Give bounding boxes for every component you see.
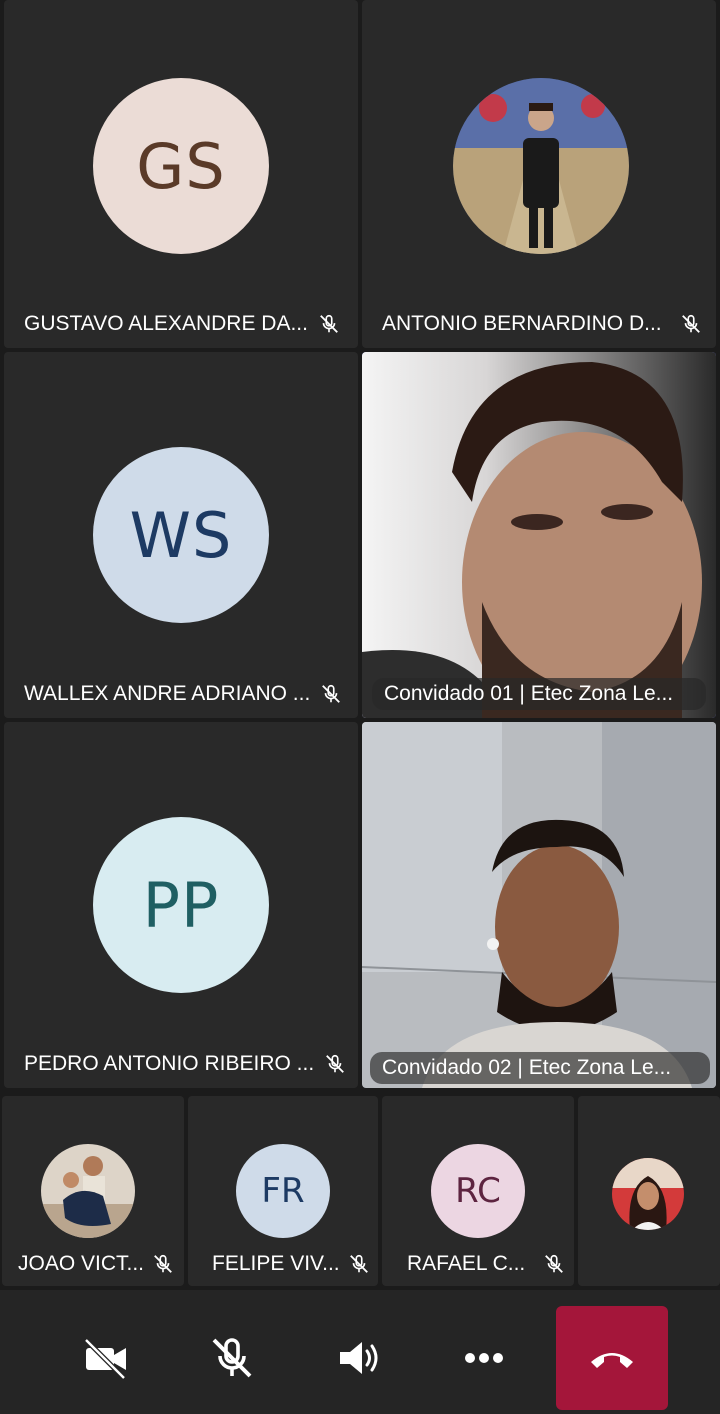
participant-name-row: ANTONIO BERNARDINO D... [382,312,702,336]
mic-off-icon [680,313,702,335]
mic-off-icon [318,313,340,335]
participant-name: GUSTAVO ALEXANDRE DA... [24,312,308,335]
video-feed [362,722,716,1088]
participant-name-row: PEDRO ANTONIO RIBEIRO ... [24,1052,346,1076]
participant-tile-overflow[interactable] [578,1096,720,1286]
participant-name: ANTONIO BERNARDINO D... [382,312,662,335]
video-feed [362,352,716,718]
mic-off-icon [152,1253,174,1275]
avatar [612,1158,684,1230]
mic-off-icon [543,1253,565,1275]
avatar: PP [93,817,269,993]
participant-name: FELIPE VIV... [212,1252,340,1275]
call-toolbar [0,1290,720,1414]
avatar: GS [93,78,269,254]
profile-photo [612,1158,684,1230]
avatar: RC [431,1144,525,1238]
mic-off-icon [320,683,342,705]
participant-name-row: GUSTAVO ALEXANDRE DA... [24,312,340,336]
participant-name-row: JOAO VICT... [18,1252,174,1276]
participant-name: Convidado 01 | Etec Zona Le... [372,678,706,710]
participant-name-row: WALLEX ANDRE ADRIANO ... [24,682,342,706]
camera-toggle-button[interactable] [78,1330,134,1386]
profile-photo [453,78,629,254]
speaker-button[interactable] [330,1330,386,1386]
more-options-button[interactable] [456,1330,512,1386]
participant-name-row: RAFAEL C... [407,1252,565,1276]
speaker-icon [340,1342,378,1374]
participant-tile-felipe[interactable]: FR FELIPE VIV... [188,1096,378,1286]
avatar [453,78,629,254]
participant-name-row: FELIPE VIV... [212,1252,370,1276]
participant-tile-pedro[interactable]: PP PEDRO ANTONIO RIBEIRO ... [4,722,358,1088]
participant-name: WALLEX ANDRE ADRIANO ... [24,682,311,705]
participant-tile-antonio[interactable]: ANTONIO BERNARDINO D... [362,0,716,348]
participant-tile-convidado-02[interactable]: Convidado 02 | Etec Zona Le... [362,722,716,1088]
avatar: WS [93,447,269,623]
participant-name: RAFAEL C... [407,1252,526,1275]
profile-photo [41,1144,135,1238]
mic-off-icon [208,1334,256,1382]
mic-toggle-button[interactable] [204,1330,260,1386]
avatar: FR [236,1144,330,1238]
hang-up-icon [591,1353,633,1368]
participant-tile-rafael[interactable]: RC RAFAEL C... [382,1096,574,1286]
participant-name: JOAO VICT... [18,1252,145,1275]
mic-off-icon [324,1053,346,1075]
more-options-icon [465,1353,503,1363]
hang-up-button[interactable] [556,1306,668,1410]
mic-off-icon [348,1253,370,1275]
camera-off-icon [84,1338,126,1380]
participant-tile-wallex[interactable]: WS WALLEX ANDRE ADRIANO ... [4,352,358,718]
avatar [41,1144,135,1238]
participant-tile-joao[interactable]: JOAO VICT... [2,1096,184,1286]
participant-tile-convidado-01[interactable]: Convidado 01 | Etec Zona Le... [362,352,716,718]
participant-tile-gustavo[interactable]: GS GUSTAVO ALEXANDRE DA... [4,0,358,348]
participant-name: Convidado 02 | Etec Zona Le... [370,1052,710,1084]
participant-name: PEDRO ANTONIO RIBEIRO ... [24,1052,315,1075]
